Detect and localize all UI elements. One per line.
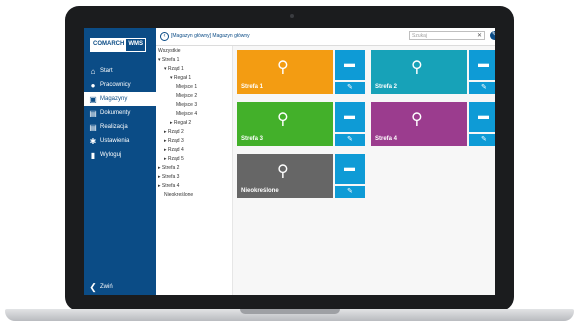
gear-icon: ✱ [89, 136, 97, 146]
zone-label: Strefa 1 [241, 84, 264, 90]
zone-box-button[interactable]: ▬ [469, 50, 495, 80]
tree-node[interactable]: ▸ Rząd 4 [164, 147, 184, 153]
zone-box-button[interactable]: ▬ [469, 102, 495, 132]
pencil-icon: ✎ [347, 188, 353, 195]
zone-edit-button[interactable]: ✎ [335, 82, 365, 94]
search-input[interactable]: Szukaj ✕ [409, 31, 485, 40]
map-pin-icon: ⚲ [411, 111, 423, 128]
back-button[interactable]: ‹ [160, 32, 169, 41]
zone-box-button[interactable]: ▬ [335, 50, 365, 80]
sidebar-item-ustawienia[interactable]: ✱ Ustawienia [84, 134, 156, 148]
tree-node[interactable]: Nieokreślone [164, 192, 193, 198]
zone-edit-button[interactable]: ✎ [469, 134, 495, 146]
zone-label: Nieokreślone [241, 188, 279, 194]
logo-wms: WMS [128, 41, 144, 47]
zone-edit-button[interactable]: ✎ [335, 134, 365, 146]
map-pin-icon: ⚲ [277, 163, 289, 180]
logout-icon: ▮ [90, 150, 96, 160]
app-logo: COMARCH WMS [90, 38, 147, 52]
sidebar-item-label: Wyloguj [100, 152, 122, 158]
tree-node[interactable]: ▾ Rząd 1 [164, 66, 184, 72]
home-icon: ⌂ [90, 66, 96, 76]
box-icon: ▬ [478, 58, 489, 70]
laptop-notch [240, 309, 340, 314]
zone-edit-button[interactable]: ✎ [335, 186, 365, 198]
tree-node[interactable]: ▸ Rząd 5 [164, 156, 184, 162]
box-icon: ▬ [344, 110, 355, 122]
zone-box-button[interactable]: ▬ [335, 102, 365, 132]
tree-node[interactable]: Miejsce 2 [176, 93, 197, 99]
sidebar-item-label: Pracownicy [100, 82, 131, 88]
sidebar-item-realizacja[interactable]: ▤ Realizacja [84, 120, 156, 134]
tree-node[interactable]: Miejsce 3 [176, 102, 197, 108]
document-icon: ▤ [89, 108, 97, 118]
user-icon: ● [90, 80, 96, 90]
tree-node[interactable]: ▸ Rząd 3 [164, 138, 184, 144]
tree-node[interactable]: ▸ Strefa 3 [158, 174, 179, 180]
zone-grid: ⚲ Strefa 1 ▬ ✎ ⚲ Strefa 2 ▬ ✎ ⚲ Strefa 3… [233, 46, 495, 295]
chevron-left-icon: ❮ [89, 281, 97, 292]
tree-node[interactable]: ▸ Strefa 4 [158, 183, 179, 189]
clear-icon[interactable]: ✕ [477, 32, 482, 41]
zone-tile-main[interactable]: ⚲ Strefa 4 [371, 102, 467, 146]
sidebar-item-start[interactable]: ⌂ Start [84, 64, 156, 78]
zone-tile-main[interactable]: ⚲ Strefa 1 [237, 50, 333, 94]
sidebar-item-label: Ustawienia [100, 138, 130, 144]
zone-label: Strefa 2 [375, 84, 398, 90]
tree-node[interactable]: ▸ Regał 2 [170, 120, 191, 126]
tree-node[interactable]: ▾ Strefa 1 [158, 57, 179, 63]
top-bar: ‹ [Magazyn główny] Magazyn główny Szukaj… [156, 28, 495, 46]
tree-node[interactable]: Miejsce 4 [176, 111, 197, 117]
sidebar-item-label: Dokumenty [100, 110, 131, 116]
tree-node[interactable]: Miejsce 1 [176, 84, 197, 90]
zone-box-button[interactable]: ▬ [335, 154, 365, 184]
settings-icon[interactable]: ✎ [490, 31, 495, 40]
sidebar-item-dokumenty[interactable]: ▤ Dokumenty [84, 106, 156, 120]
document-icon: ▤ [89, 122, 97, 132]
pencil-icon: ✎ [347, 136, 353, 143]
sidebar: COMARCH WMS ⌂ Start ● Pracownicy ▣ Magaz… [84, 28, 156, 295]
collapse-button[interactable]: ❮ Zwiń [84, 280, 156, 294]
box-icon: ▬ [478, 110, 489, 122]
warehouse-icon: ▣ [89, 94, 97, 104]
sidebar-item-label: Start [100, 68, 113, 74]
zone-tile-main[interactable]: ⚲ Strefa 3 [237, 102, 333, 146]
sidebar-item-label: Magazyny [100, 96, 128, 102]
search-placeholder: Szukaj [412, 33, 428, 39]
tree-node[interactable]: ▸ Rząd 2 [164, 129, 184, 135]
sidebar-item-magazyny[interactable]: ▣ Magazyny [84, 92, 156, 106]
app-screen: COMARCH WMS ⌂ Start ● Pracownicy ▣ Magaz… [84, 28, 495, 295]
map-pin-icon: ⚲ [411, 59, 423, 76]
zone-label: Strefa 4 [375, 136, 398, 142]
box-icon: ▬ [344, 58, 355, 70]
tree-node[interactable]: Wszystkie [158, 48, 181, 54]
map-pin-icon: ⚲ [277, 111, 289, 128]
box-icon: ▬ [344, 162, 355, 174]
collapse-label: Zwiń [100, 284, 113, 290]
logo-comarch: COMARCH [91, 39, 127, 51]
camera-dot [290, 14, 294, 18]
location-tree: Wszystkie ▾ Strefa 1 ▾ Rząd 1 ▾ Regał 1 … [156, 46, 233, 295]
map-pin-icon: ⚲ [277, 59, 289, 76]
pencil-icon: ✎ [481, 136, 487, 143]
tree-node[interactable]: ▾ Regał 1 [170, 75, 191, 81]
pencil-icon: ✎ [481, 84, 487, 91]
tree-node[interactable]: ▸ Strefa 2 [158, 165, 179, 171]
sidebar-item-wyloguj[interactable]: ▮ Wyloguj [84, 148, 156, 162]
zone-label: Strefa 3 [241, 136, 264, 142]
sidebar-item-pracownicy[interactable]: ● Pracownicy [84, 78, 156, 92]
zone-tile-main[interactable]: ⚲ Nieokreślone [237, 154, 333, 198]
zone-tile-main[interactable]: ⚲ Strefa 2 [371, 50, 467, 94]
pencil-icon: ✎ [347, 84, 353, 91]
zone-edit-button[interactable]: ✎ [469, 82, 495, 94]
breadcrumb: [Magazyn główny] Magazyn główny [171, 33, 250, 39]
sidebar-item-label: Realizacja [100, 124, 128, 130]
